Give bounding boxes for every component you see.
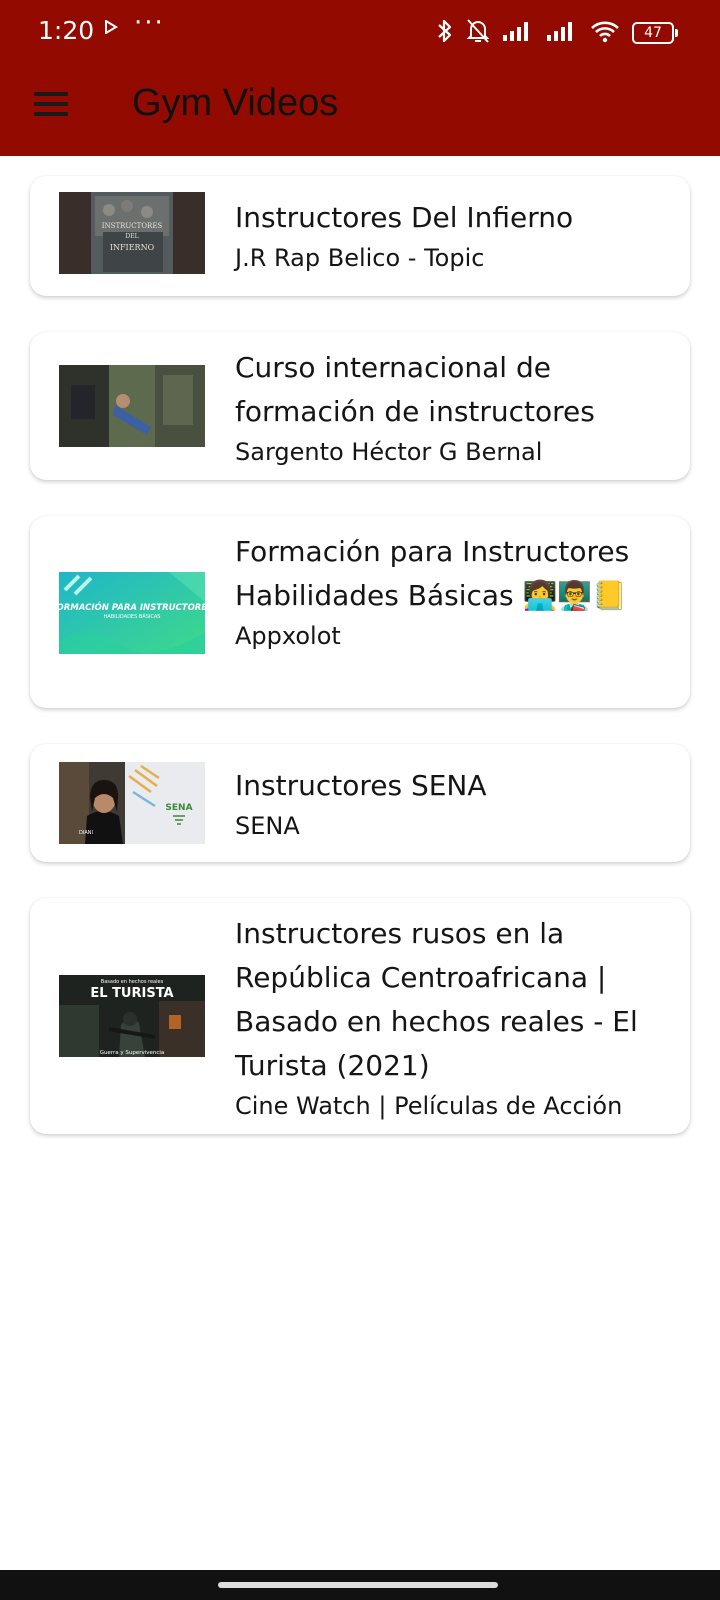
thumb-text: Basado en hechos reales	[101, 979, 164, 985]
video-card[interactable]: FORMACIÓN PARA INSTRUCTORES HABILIDADES …	[30, 516, 690, 708]
wifi-icon	[590, 19, 620, 47]
signal-icon	[502, 20, 534, 46]
bell-off-icon	[466, 18, 490, 48]
thumb-text: Guerra y Supervivencia	[100, 1050, 165, 1056]
page-title: Gym Videos	[132, 82, 339, 124]
video-title: Instructores Del Infierno	[235, 201, 574, 234]
video-thumbnail	[59, 365, 205, 447]
video-channel: Sargento Héctor G Bernal	[235, 438, 543, 466]
battery-icon: 47	[632, 22, 678, 44]
thumb-text: DIANI	[79, 830, 93, 836]
status-bar: 1:20 ··· 47	[0, 0, 720, 64]
hamburger-menu-icon[interactable]	[34, 92, 70, 128]
signal-icon	[546, 20, 578, 46]
video-title: Instructores SENA	[235, 769, 487, 802]
navigation-bar	[0, 1570, 720, 1600]
play-icon	[104, 19, 118, 38]
thumb-text: FORMACIÓN PARA INSTRUCTORES	[59, 601, 205, 613]
bluetooth-icon	[436, 18, 454, 48]
video-title: Formación para Instructores Habilidades …	[235, 535, 630, 612]
video-card[interactable]: Basado en hechos reales EL TURISTA Guerr…	[30, 898, 690, 1134]
status-time: 1:20	[38, 16, 95, 45]
overflow-dots: ···	[134, 8, 165, 38]
video-channel: Appxolot	[235, 622, 341, 650]
status-icons: 47	[436, 18, 678, 48]
thumb-text: HABILIDADES BÁSICAS	[104, 613, 161, 620]
video-title: Instructores rusos en la República Centr…	[235, 917, 638, 1082]
thumb-text: DEL	[125, 233, 138, 240]
thumb-text: INSTRUCTORES	[102, 222, 163, 230]
app-bar: Gym Videos	[0, 64, 720, 156]
thumb-text: SENA	[165, 803, 192, 813]
video-thumbnail: SENA DIANI	[59, 762, 205, 844]
video-channel: SENA	[235, 812, 300, 840]
home-indicator[interactable]	[218, 1582, 498, 1588]
video-card[interactable]: SENA DIANI Instructores SENA SENA	[30, 744, 690, 862]
video-channel: J.R Rap Belico - Topic	[235, 244, 485, 272]
video-card[interactable]: Curso internacional de formación de inst…	[30, 332, 690, 480]
video-channel: Cine Watch | Películas de Acción	[235, 1092, 623, 1120]
thumb-text: EL TURISTA	[90, 986, 173, 1001]
video-thumbnail: FORMACIÓN PARA INSTRUCTORES HABILIDADES …	[59, 572, 205, 654]
video-card[interactable]: INSTRUCTORES DEL INFIERNO Instructores D…	[30, 176, 690, 296]
video-title: Curso internacional de formación de inst…	[235, 351, 595, 428]
video-thumbnail: Basado en hechos reales EL TURISTA Guerr…	[59, 975, 205, 1057]
video-thumbnail: INSTRUCTORES DEL INFIERNO	[59, 192, 205, 274]
thumb-text: INFIERNO	[110, 243, 155, 252]
